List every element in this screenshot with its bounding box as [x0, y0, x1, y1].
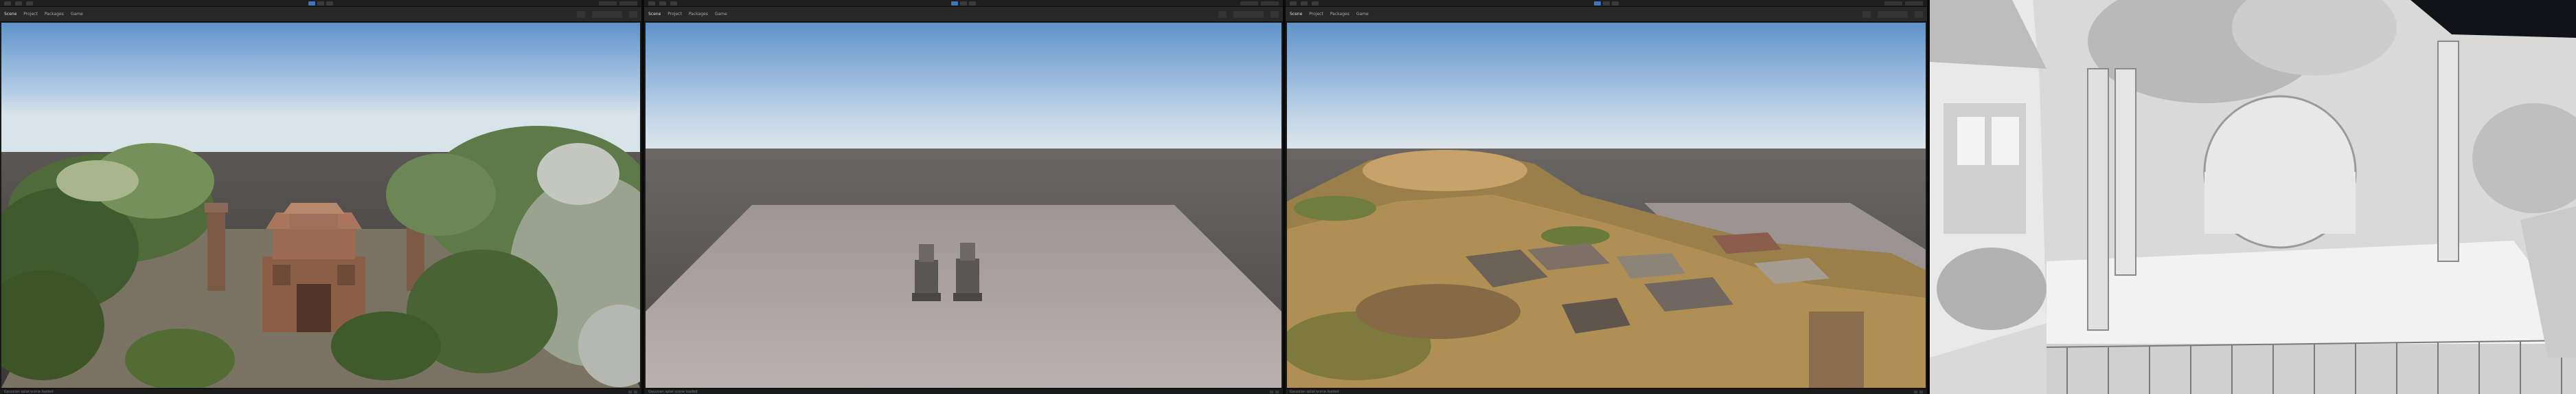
pause-icon[interactable]: [317, 1, 324, 6]
scene-render-temple: [1, 23, 640, 388]
gizmo-toggle[interactable]: [1862, 10, 1871, 18]
play-icon[interactable]: [308, 1, 315, 6]
editor-toolbar: [644, 0, 1283, 7]
tab-scene[interactable]: Scene: [1290, 12, 1302, 17]
view-options-icon[interactable]: [1270, 10, 1279, 18]
editor-toolbar: [0, 0, 641, 7]
tab-game[interactable]: Game: [715, 12, 727, 17]
playmode-controls: [308, 1, 333, 6]
tab-packages[interactable]: Packages: [45, 12, 64, 17]
toolbar-right: [1884, 1, 1923, 6]
status-bar: Gaussian splat scene loaded: [0, 388, 641, 394]
view-options-icon[interactable]: [629, 10, 637, 18]
layers-dropdown[interactable]: [599, 1, 617, 6]
status-icons: [1914, 390, 1923, 393]
editor-panel-village: Scene Project Packages Game Gaussian spl…: [1286, 0, 1927, 394]
view-options-icon[interactable]: [1915, 10, 1923, 18]
tab-packages[interactable]: Packages: [689, 12, 708, 17]
menu-icon[interactable]: [4, 1, 11, 6]
tab-project[interactable]: Project: [1309, 12, 1323, 17]
scene-render-grayscale: [1930, 0, 2576, 394]
pause-icon[interactable]: [960, 1, 967, 6]
gizmo-toggle[interactable]: [1218, 10, 1227, 18]
cloud-icon[interactable]: [1312, 1, 1319, 6]
tab-game[interactable]: Game: [1356, 12, 1369, 17]
tab-scene[interactable]: Scene: [4, 12, 16, 17]
screenshot-strip: Scene Project Packages Game Gaussian spl…: [0, 0, 2576, 394]
layers-dropdown[interactable]: [1240, 1, 1258, 6]
account-icon[interactable]: [1301, 1, 1308, 6]
editor-toolbar: [1286, 0, 1927, 7]
progress-icon[interactable]: [634, 390, 637, 393]
grayscale-render-panel: [1930, 0, 2576, 394]
tab-project[interactable]: Project: [668, 12, 682, 17]
toolbar-right: [599, 1, 637, 6]
progress-icon[interactable]: [1275, 390, 1279, 393]
view-tabs: Scene Project Packages Game: [644, 7, 1283, 22]
scene-viewport[interactable]: [646, 23, 1281, 388]
layout-dropdown[interactable]: [1261, 1, 1279, 6]
step-icon[interactable]: [326, 1, 333, 6]
menu-icon[interactable]: [648, 1, 655, 6]
layout-dropdown[interactable]: [1905, 1, 1923, 6]
status-icons: [1270, 390, 1279, 393]
scene-viewport[interactable]: [1, 23, 640, 388]
editor-panel-plane: Scene Project Packages Game Gaussian spl…: [644, 0, 1283, 394]
scene-render-plane: [646, 23, 1281, 388]
shading-mode-dropdown[interactable]: [1878, 10, 1908, 18]
pause-icon[interactable]: [1603, 1, 1610, 6]
play-icon[interactable]: [951, 1, 958, 6]
step-icon[interactable]: [969, 1, 976, 6]
tab-game[interactable]: Game: [71, 12, 83, 17]
cloud-icon[interactable]: [670, 1, 677, 6]
gizmo-toggle[interactable]: [577, 10, 585, 18]
shading-mode-dropdown[interactable]: [592, 10, 622, 18]
shading-mode-dropdown[interactable]: [1233, 10, 1264, 18]
playmode-controls: [1594, 1, 1619, 6]
playmode-controls: [951, 1, 976, 6]
status-text: Gaussian splat scene loaded: [1290, 389, 1339, 394]
layers-dropdown[interactable]: [1884, 1, 1902, 6]
status-bar: Gaussian splat scene loaded: [1286, 388, 1927, 394]
notification-icon[interactable]: [1914, 390, 1917, 393]
notification-icon[interactable]: [1270, 390, 1273, 393]
play-icon[interactable]: [1594, 1, 1601, 6]
tab-scene[interactable]: Scene: [648, 12, 661, 17]
status-text: Gaussian splat scene loaded: [648, 389, 698, 394]
notification-icon[interactable]: [628, 390, 632, 393]
tab-packages[interactable]: Packages: [1330, 12, 1349, 17]
toolbar-right: [1240, 1, 1279, 6]
view-tabs: Scene Project Packages Game: [1286, 7, 1927, 22]
status-bar: Gaussian splat scene loaded: [644, 388, 1283, 394]
progress-icon[interactable]: [1919, 390, 1923, 393]
view-tabs: Scene Project Packages Game: [0, 7, 641, 22]
status-text: Gaussian splat scene loaded: [4, 389, 54, 394]
account-icon[interactable]: [15, 1, 22, 6]
status-icons: [628, 390, 637, 393]
tab-project[interactable]: Project: [23, 12, 38, 17]
account-icon[interactable]: [659, 1, 666, 6]
temple-gate: [262, 203, 365, 332]
scene-viewport[interactable]: [1287, 23, 1926, 388]
step-icon[interactable]: [1612, 1, 1619, 6]
scene-render-village: [1287, 23, 1926, 388]
editor-panel-temple: Scene Project Packages Game Gaussian spl…: [0, 0, 641, 394]
layout-dropdown[interactable]: [619, 1, 637, 6]
cloud-icon[interactable]: [26, 1, 33, 6]
menu-icon[interactable]: [1290, 1, 1297, 6]
